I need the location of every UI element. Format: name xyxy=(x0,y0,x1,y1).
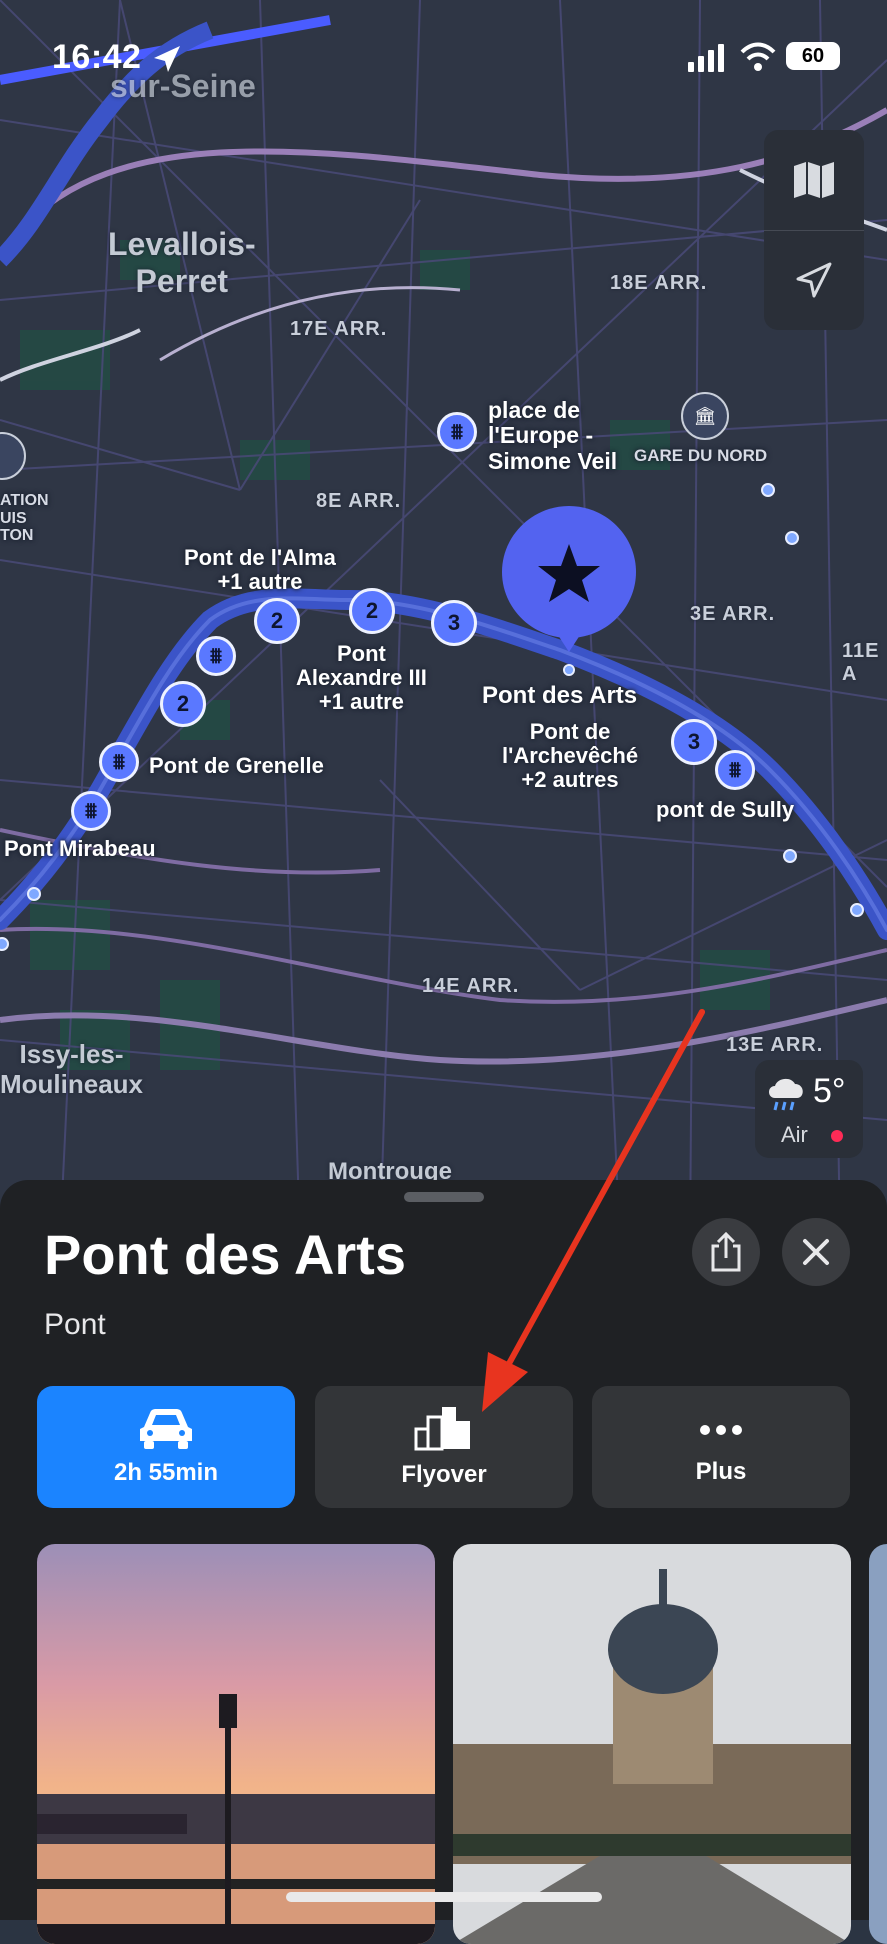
share-button[interactable] xyxy=(692,1218,760,1286)
close-icon xyxy=(803,1239,829,1265)
car-icon xyxy=(140,1409,192,1449)
photo-image xyxy=(37,1544,435,1944)
photo-sunset-bridge[interactable] xyxy=(37,1544,435,1944)
district-8: 8E ARR. xyxy=(316,490,402,512)
bridge-pin-alma[interactable]: ⩩ xyxy=(196,636,236,676)
air-quality-dot xyxy=(831,1130,843,1142)
train-station-icon[interactable]: 🏛 xyxy=(681,392,729,440)
bridge-pin-grenelle[interactable]: ⩩ xyxy=(99,742,139,782)
map-mode-button[interactable] xyxy=(764,130,864,231)
weather-temp: 5° xyxy=(813,1072,846,1110)
cluster-pin[interactable]: 2 xyxy=(349,588,395,634)
label-pont-des-arts[interactable]: Pont des Arts xyxy=(482,682,637,709)
bridge-pin-europe[interactable]: ⩩ xyxy=(437,412,477,452)
map-icon xyxy=(794,162,834,198)
label-alma[interactable]: Pont de l'Alma +1 autre xyxy=(184,545,336,594)
cluster-pin[interactable]: 3 xyxy=(431,600,477,646)
district-11: 11E A xyxy=(842,640,880,685)
district-13: 13E ARR. xyxy=(726,1034,824,1056)
photo-partial[interactable] xyxy=(869,1544,887,1944)
bridge-icon: ⩩ xyxy=(451,419,463,444)
map-view[interactable]: Levallois- Perret sur-Seine Issy-les- Mo… xyxy=(0,0,887,1410)
location-arrow-icon xyxy=(154,46,180,72)
flyover-label: Flyover xyxy=(401,1461,487,1488)
rain-cloud-icon xyxy=(769,1078,803,1111)
district-3: 3E ARR. xyxy=(690,603,776,625)
label-europe[interactable]: place de l'Europe - Simone Veil xyxy=(488,397,617,474)
bridge-icon: ⩩ xyxy=(85,798,97,823)
cluster-pin[interactable]: 2 xyxy=(160,681,206,727)
district-18: 18E ARR. xyxy=(610,272,708,294)
flyover-button[interactable]: Flyover xyxy=(315,1386,573,1508)
buildings-icon xyxy=(414,1407,470,1451)
bridge-pin-sully[interactable]: ⩩ xyxy=(715,750,755,790)
directions-button[interactable]: 2h 55min xyxy=(37,1386,295,1508)
city-label-issy: Issy-les- Moulineaux xyxy=(0,1039,144,1099)
map-controls xyxy=(764,130,864,330)
district-17: 17E ARR. xyxy=(290,318,388,340)
cluster-pin[interactable]: 2 xyxy=(254,598,300,644)
label-archeveche[interactable]: Pont de l'Archevêché +2 autres xyxy=(502,719,638,793)
label-alexandre[interactable]: Pont Alexandre III +1 autre xyxy=(296,641,427,715)
share-icon xyxy=(711,1232,741,1272)
weather-widget[interactable]: 5° Air xyxy=(755,1060,863,1158)
more-button[interactable]: Plus xyxy=(592,1386,850,1508)
home-indicator xyxy=(286,1892,602,1902)
bridge-icon: ⩩ xyxy=(210,643,222,668)
wifi-icon xyxy=(740,42,776,71)
status-time: 16:42 xyxy=(52,38,142,76)
cellular-signal-icon xyxy=(688,44,724,72)
label-sully[interactable]: pont de Sully xyxy=(656,797,794,822)
bridge-pin-mirabeau[interactable]: ⩩ xyxy=(71,791,111,831)
directions-label: 2h 55min xyxy=(113,1459,219,1486)
location-arrow-icon xyxy=(796,262,832,298)
city-label-levallois: Levallois- Perret xyxy=(108,226,256,299)
label-fondation[interactable]: ATION UIS TON xyxy=(0,492,49,545)
photo-institut-de-france[interactable] xyxy=(453,1544,851,1944)
close-button[interactable] xyxy=(782,1218,850,1286)
cluster-pin[interactable]: 3 xyxy=(671,719,717,765)
bridge-icon: ⩩ xyxy=(729,757,741,782)
battery-indicator: 60 xyxy=(786,42,840,70)
label-grenelle[interactable]: Pont de Grenelle xyxy=(149,753,324,778)
district-14: 14E ARR. xyxy=(422,975,520,997)
selected-place-pin[interactable] xyxy=(498,504,640,674)
label-mirabeau[interactable]: Pont Mirabeau xyxy=(4,836,156,861)
bridge-icon: ⩩ xyxy=(113,749,125,774)
air-quality-label: Air xyxy=(781,1122,808,1147)
place-category: Pont xyxy=(44,1308,106,1341)
photo-image xyxy=(453,1544,851,1944)
label-gare-du-nord[interactable]: GARE DU NORD xyxy=(634,446,767,466)
place-sheet[interactable]: Pont des Arts Pont 2h 55min Flyover Plus xyxy=(0,1180,887,1944)
more-label: Plus xyxy=(695,1458,747,1485)
place-title: Pont des Arts xyxy=(44,1223,406,1286)
status-bar: 16:42 60 xyxy=(0,0,887,110)
locate-me-button[interactable] xyxy=(764,230,864,330)
more-icon xyxy=(700,1425,742,1435)
sheet-grabber[interactable] xyxy=(404,1192,484,1202)
